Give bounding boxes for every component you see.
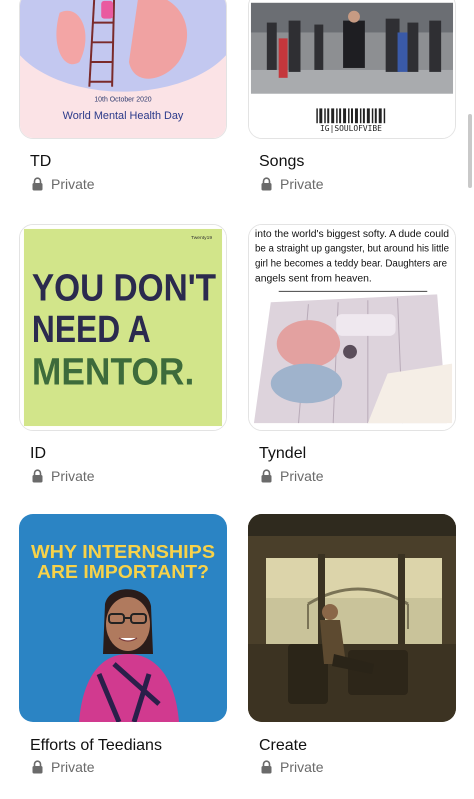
board-thumbnail-tyndel[interactable]: into the world's biggest softy. A dude c… bbox=[248, 224, 456, 431]
privacy-status: Private bbox=[32, 176, 95, 192]
privacy-label: Private bbox=[280, 759, 324, 775]
scrollbar[interactable] bbox=[468, 114, 472, 188]
privacy-label: Private bbox=[51, 468, 95, 484]
board-title: Create bbox=[259, 737, 308, 754]
board-thumbnail-efforts[interactable]: WHY INTERNSHIPS ARE IMPORTANT? bbox=[19, 514, 227, 722]
board-title: Efforts of Teedians bbox=[30, 737, 162, 754]
board-title: ID bbox=[30, 445, 46, 462]
board-thumbnail-create[interactable] bbox=[248, 514, 456, 722]
td-thumb-date: 10th October 2020 bbox=[94, 97, 151, 104]
privacy-status: Private bbox=[261, 176, 324, 192]
id-thumb-line3: MENTOR. bbox=[32, 350, 194, 392]
efforts-thumb-line2: ARE IMPORTANT? bbox=[37, 562, 209, 582]
tyndel-quote-line-3: girl he becomes a teddy bear. Daughters … bbox=[255, 259, 448, 270]
privacy-status: Private bbox=[32, 759, 95, 775]
board-title: Songs bbox=[259, 153, 305, 170]
privacy-status: Private bbox=[261, 759, 324, 775]
lock-icon bbox=[261, 760, 272, 774]
privacy-label: Private bbox=[51, 759, 95, 775]
board-title: TD bbox=[30, 153, 52, 170]
id-thumb-line1: YOU DON'T bbox=[32, 266, 216, 308]
privacy-status: Private bbox=[261, 468, 324, 484]
lock-icon bbox=[261, 177, 272, 191]
lock-icon bbox=[261, 469, 272, 483]
board-thumbnail-td[interactable]: 10th October 2020 World Mental Health Da… bbox=[19, 0, 227, 139]
td-thumb-caption: World Mental Health Day bbox=[63, 110, 184, 122]
board-title: Tyndel bbox=[259, 445, 307, 462]
efforts-thumb-line1: WHY INTERNSHIPS bbox=[31, 542, 215, 562]
board-thumbnail-songs[interactable]: IG|SOULOFVIBE bbox=[248, 0, 456, 139]
privacy-status: Private bbox=[32, 468, 95, 484]
lock-icon bbox=[32, 177, 43, 191]
lock-icon bbox=[32, 760, 43, 774]
lock-icon bbox=[32, 469, 43, 483]
id-thumb-line2: NEED A bbox=[32, 308, 151, 350]
privacy-label: Private bbox=[280, 468, 324, 484]
tyndel-quote-line-1: into the world's biggest softy. A dude c… bbox=[255, 229, 449, 240]
privacy-label: Private bbox=[51, 176, 95, 192]
tyndel-quote-line-4: angels sent from heaven. bbox=[255, 273, 372, 284]
id-thumb-brand: Twenty19 bbox=[191, 235, 212, 241]
tyndel-quote-line-2: be a straight up gangster, but around hi… bbox=[255, 244, 450, 255]
board-thumbnail-id[interactable]: Twenty19 YOU DON'T NEED A MENTOR. bbox=[19, 224, 227, 431]
privacy-label: Private bbox=[280, 176, 324, 192]
songs-barcode-text: IG|SOULOFVIBE bbox=[320, 124, 382, 133]
